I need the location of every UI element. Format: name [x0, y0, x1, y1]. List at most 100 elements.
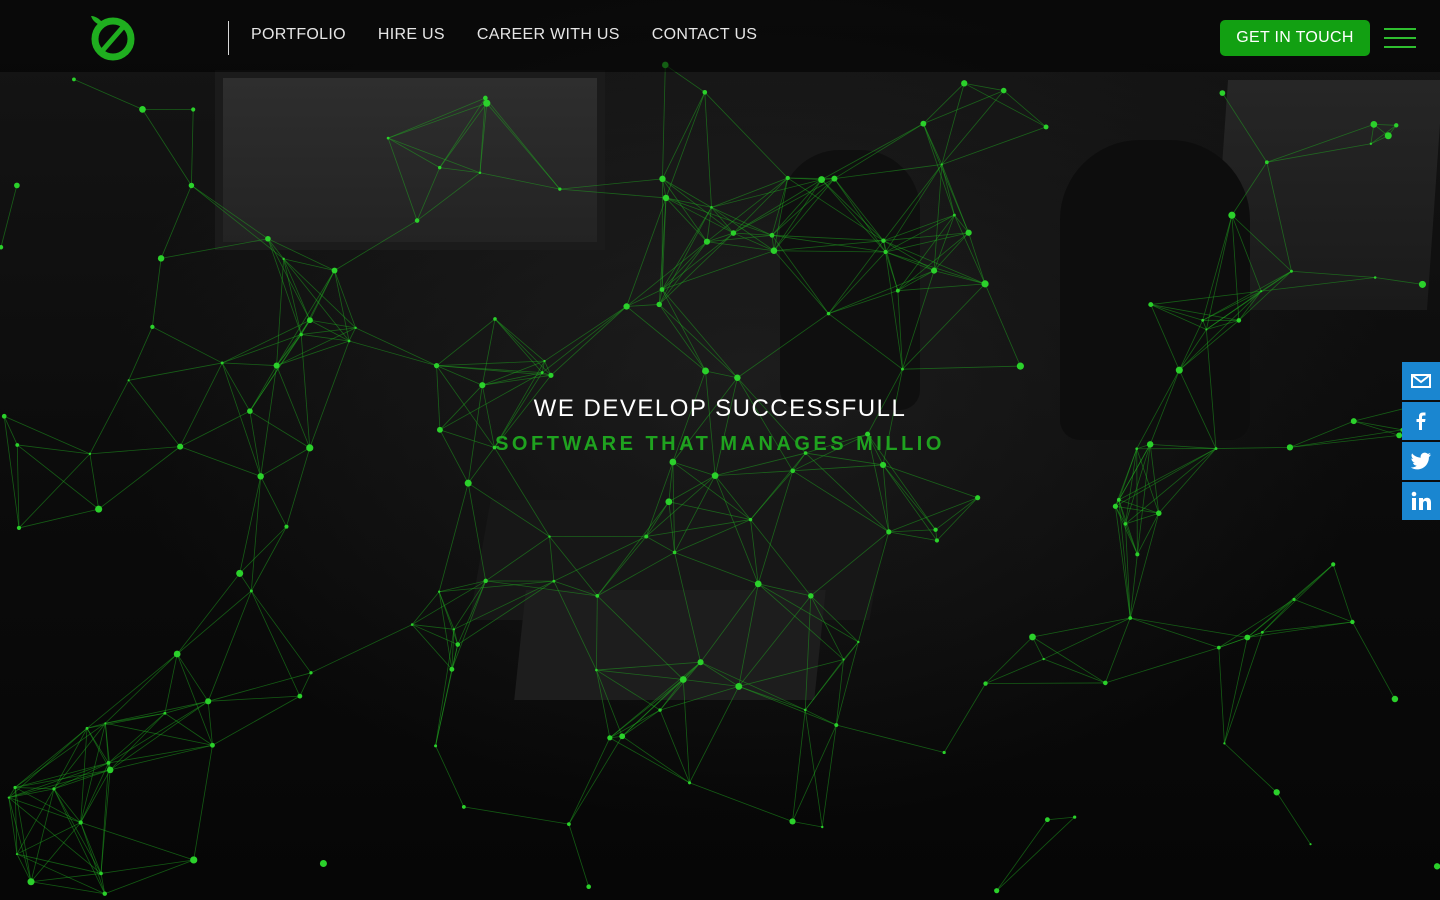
- network-node: [99, 871, 103, 876]
- network-node: [730, 230, 737, 236]
- network-node: [934, 538, 940, 543]
- network-node: [331, 267, 338, 274]
- linkedin-share-button[interactable]: [1402, 482, 1440, 520]
- nav-item-career[interactable]: CAREER WITH US: [477, 26, 620, 44]
- main-nav: PORTFOLIO HIRE US CAREER WITH US CONTACT…: [251, 26, 757, 44]
- network-node: [7, 796, 10, 799]
- network-node: [14, 182, 20, 189]
- network-node: [697, 659, 704, 666]
- network-node: [931, 267, 938, 274]
- network-node: [1394, 123, 1399, 128]
- network-node: [665, 498, 673, 506]
- network-node: [139, 106, 146, 113]
- network-node: [1216, 645, 1221, 650]
- network-node: [1205, 328, 1208, 331]
- hero-subtitle: SOFTWARE THAT MANAGES MILLIO: [495, 433, 945, 455]
- network-node: [920, 120, 927, 127]
- network-node: [1223, 742, 1226, 745]
- network-node: [703, 238, 711, 245]
- network-node: [831, 175, 838, 182]
- network-node: [257, 473, 264, 480]
- network-node: [1331, 562, 1336, 567]
- network-node: [586, 884, 592, 890]
- network-node: [803, 708, 807, 712]
- network-node: [702, 367, 709, 375]
- network-node: [1123, 522, 1128, 526]
- linkedin-icon: [1411, 491, 1431, 510]
- hero-section: WE DEVELOP SUCCESSFULL SOFTWARE THAT MAN…: [0, 395, 1440, 456]
- network-node: [994, 888, 1000, 894]
- network-node: [623, 303, 630, 310]
- network-node: [734, 374, 741, 381]
- leaf-logo-icon[interactable]: [86, 10, 138, 62]
- network-node: [940, 163, 943, 166]
- network-node: [95, 505, 103, 513]
- network-node: [1135, 552, 1140, 557]
- network-node: [558, 187, 562, 191]
- network-node: [1042, 657, 1045, 661]
- twitter-icon: [1410, 452, 1431, 470]
- network-node: [85, 726, 89, 730]
- network-node: [297, 693, 303, 699]
- get-in-touch-button[interactable]: GET IN TOUCH: [1220, 20, 1370, 56]
- network-node: [386, 136, 390, 140]
- network-node: [309, 671, 313, 675]
- network-node: [190, 856, 198, 864]
- network-node: [595, 668, 598, 672]
- network-node: [414, 218, 420, 223]
- network-node: [1029, 633, 1036, 641]
- network-node: [567, 822, 571, 826]
- network-links: [0, 64, 1423, 895]
- network-node: [1043, 124, 1049, 130]
- social-share-bar: [1402, 362, 1440, 522]
- nav-item-portfolio[interactable]: PORTFOLIO: [251, 26, 346, 44]
- network-node: [1016, 362, 1024, 370]
- network-node: [679, 676, 687, 683]
- network-node: [106, 761, 111, 765]
- network-node: [433, 363, 440, 369]
- network-node: [27, 878, 35, 886]
- hamburger-menu-icon[interactable]: [1384, 28, 1416, 48]
- network-node: [1289, 269, 1293, 273]
- mail-icon: [1411, 374, 1431, 388]
- network-node: [1112, 503, 1119, 509]
- network-node: [461, 804, 466, 809]
- network-node: [220, 361, 224, 365]
- network-node: [656, 301, 662, 308]
- network-node: [1273, 789, 1280, 796]
- network-node: [1044, 817, 1050, 823]
- nav-item-contact[interactable]: CONTACT US: [652, 26, 758, 44]
- network-node: [933, 527, 938, 532]
- network-node: [965, 229, 972, 236]
- network-node: [106, 766, 114, 774]
- network-node: [881, 238, 886, 243]
- network-node: [769, 232, 775, 238]
- network-node: [52, 787, 56, 791]
- network-node: [754, 580, 762, 588]
- network-node: [548, 535, 551, 538]
- network-node: [173, 650, 181, 658]
- network-node: [455, 642, 461, 647]
- network-node: [842, 658, 845, 661]
- network-node: [662, 194, 670, 202]
- mail-share-button[interactable]: [1402, 362, 1440, 400]
- network-node: [449, 666, 455, 672]
- twitter-share-button[interactable]: [1402, 442, 1440, 480]
- network-node: [1418, 280, 1427, 288]
- network-node: [1370, 120, 1378, 128]
- network-node: [1384, 132, 1392, 140]
- nav-item-hire-us[interactable]: HIRE US: [378, 26, 445, 44]
- network-node: [543, 359, 546, 363]
- network-node: [1103, 680, 1108, 686]
- hero-title: WE DEVELOP SUCCESSFULL: [533, 395, 907, 422]
- network-node: [347, 339, 351, 343]
- network-node: [883, 249, 888, 255]
- network-node: [306, 317, 313, 324]
- network-node: [981, 280, 989, 288]
- network-node: [464, 479, 472, 487]
- network-node: [191, 107, 196, 112]
- nav-divider: [228, 21, 229, 55]
- facebook-icon: [1416, 412, 1426, 430]
- network-node: [1369, 142, 1373, 145]
- facebook-share-button[interactable]: [1402, 402, 1440, 440]
